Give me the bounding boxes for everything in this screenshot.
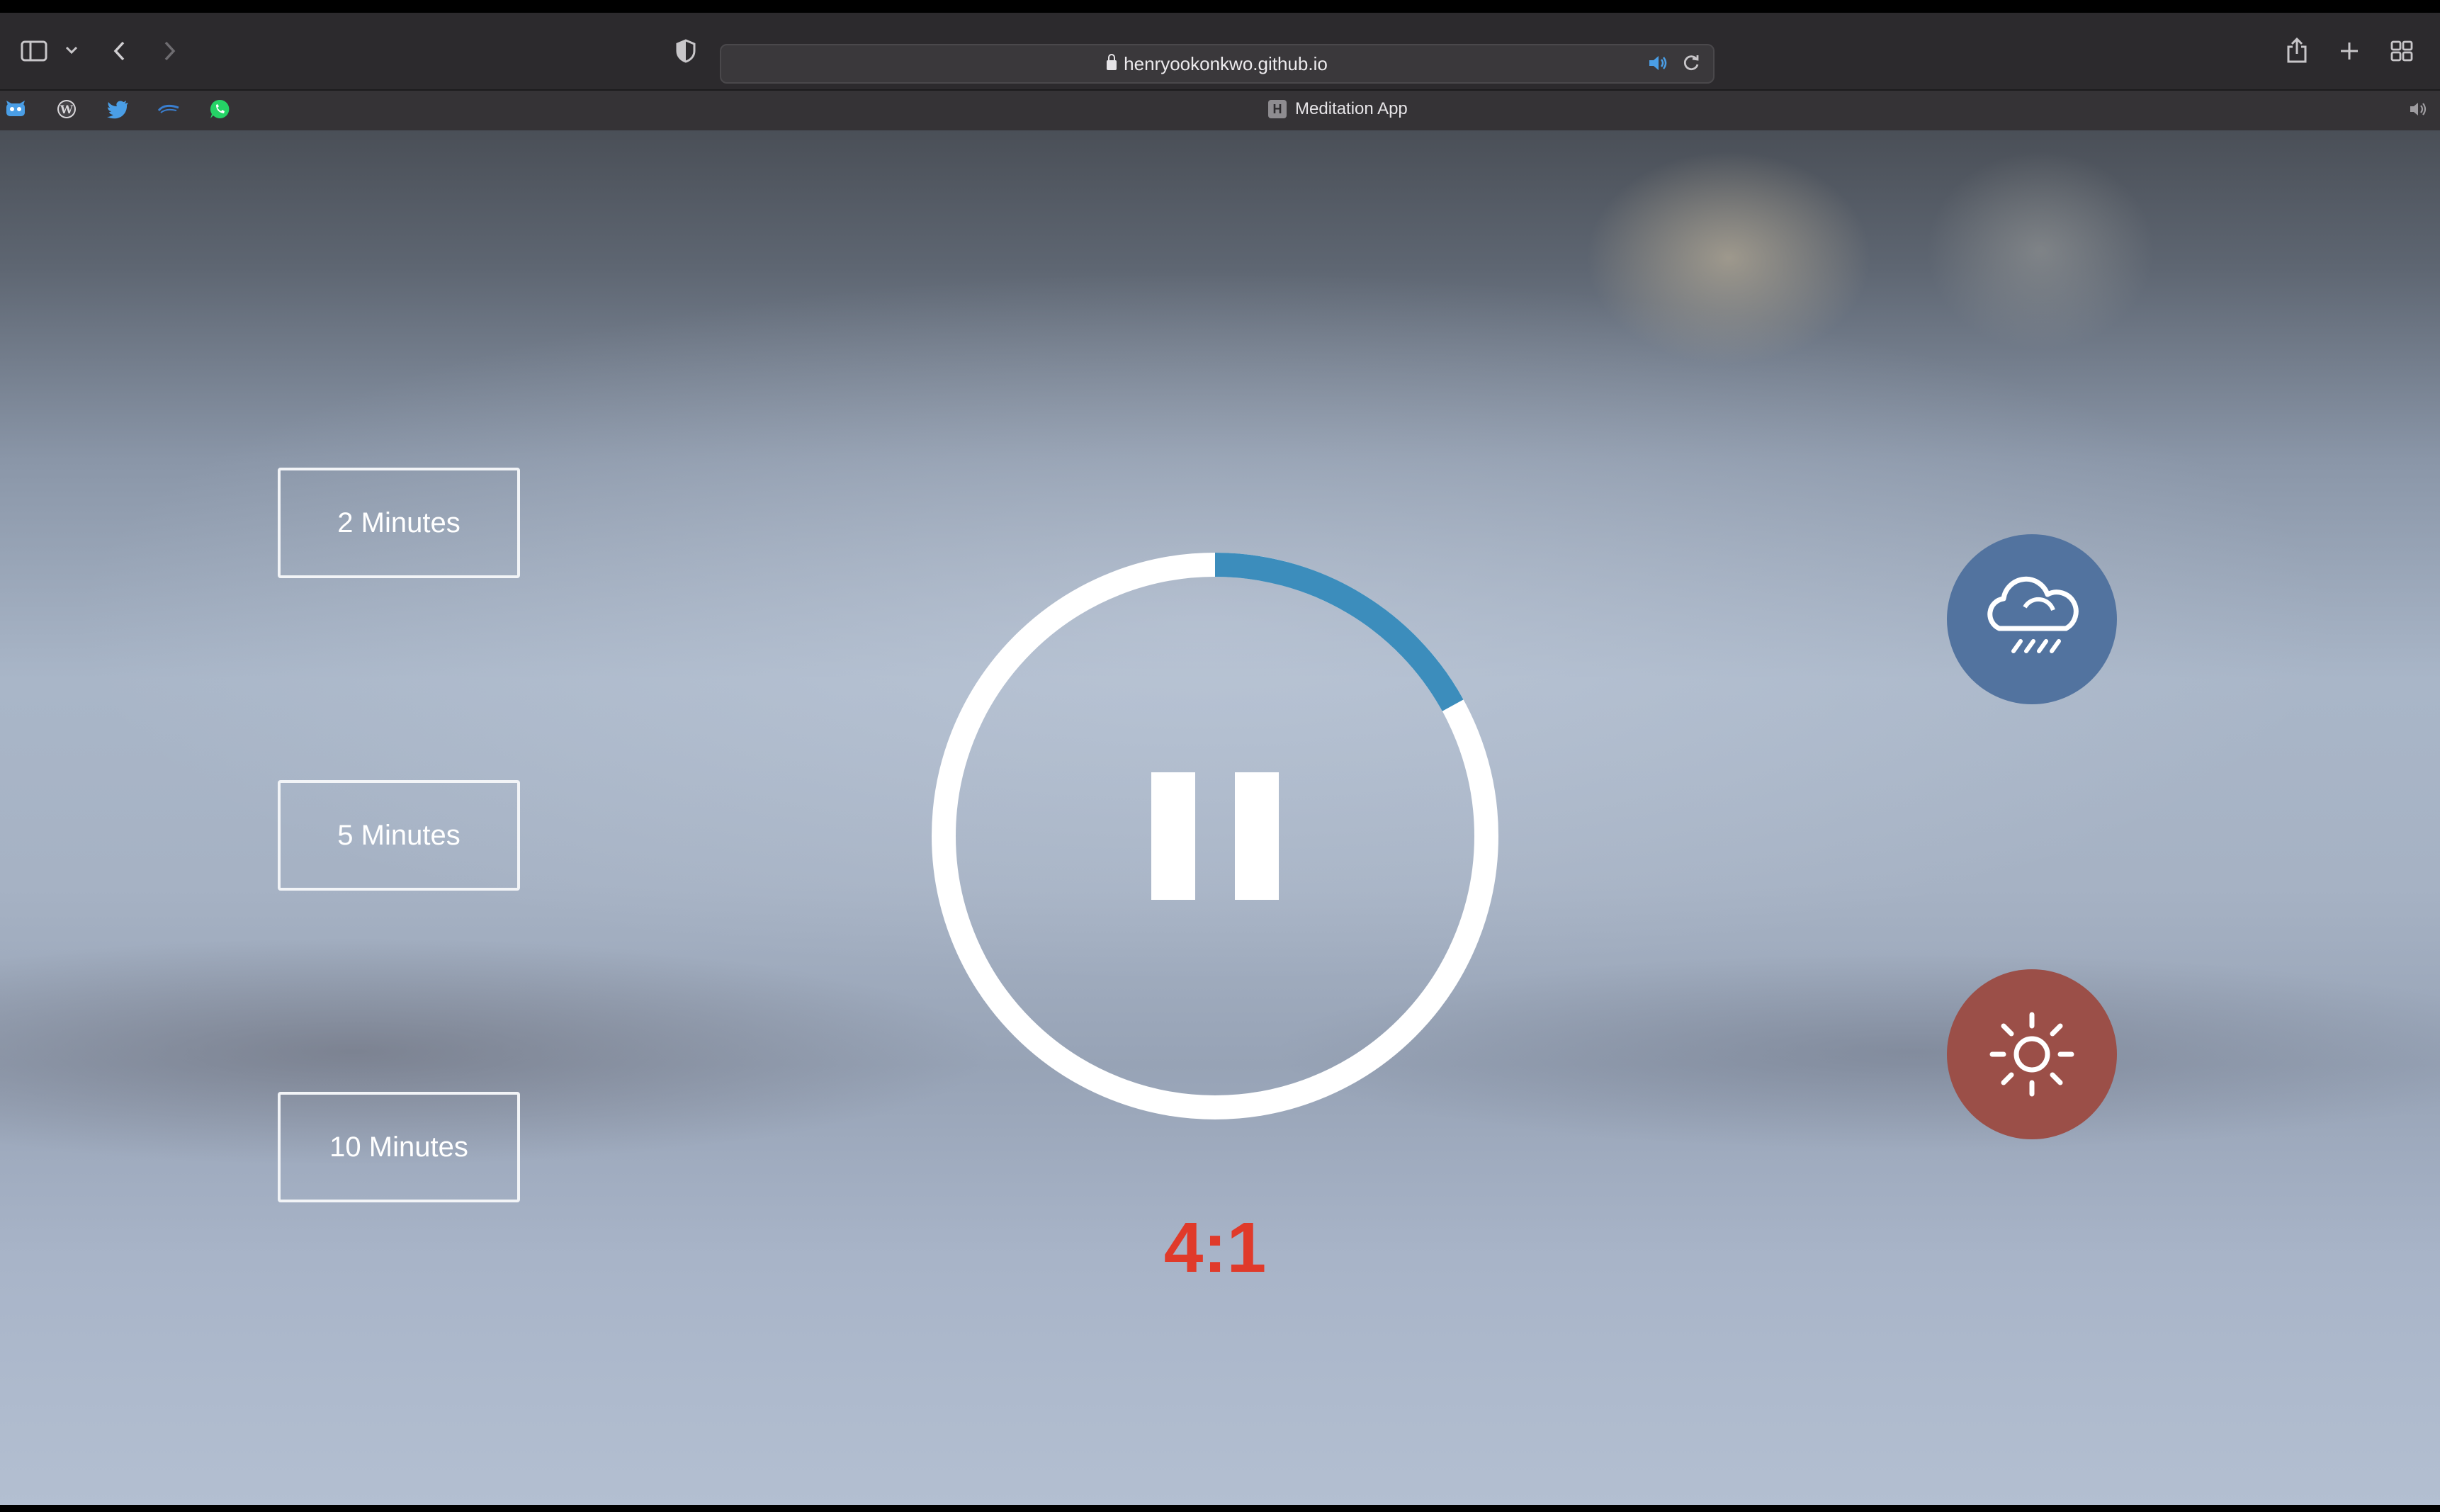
sidebar-toggle-icon[interactable] <box>18 37 50 65</box>
whatsapp-icon[interactable] <box>204 96 235 122</box>
tab-title: Meditation App <box>1295 99 1408 118</box>
sun-icon <box>1989 1012 2074 1097</box>
time-display: 4:1 <box>1163 1208 1267 1287</box>
tab-favicon: H <box>1268 100 1287 118</box>
audio-playing-icon[interactable] <box>1647 52 1671 74</box>
twitter-icon[interactable] <box>102 96 133 122</box>
svg-text:W: W <box>60 103 74 116</box>
address-bar[interactable]: henryookonkwo.github.io <box>720 44 1715 84</box>
chevron-down-icon[interactable] <box>62 40 81 61</box>
lock-icon <box>1107 54 1117 70</box>
wordpress-icon[interactable]: W <box>51 96 82 122</box>
new-tab-icon[interactable] <box>2335 37 2363 65</box>
summer-sound-button[interactable] <box>1947 969 2117 1139</box>
bitwarden-icon[interactable] <box>0 96 31 122</box>
back-icon[interactable] <box>106 37 132 65</box>
tab-overview-icon[interactable] <box>2388 37 2416 65</box>
privacy-shield-icon[interactable] <box>672 37 700 65</box>
player <box>932 553 1498 1119</box>
rain-sound-button[interactable] <box>1947 534 2117 704</box>
browser-toolbar: henryookonkwo.github.io <box>0 13 2440 89</box>
ten-minutes-button[interactable]: 10 Minutes <box>278 1092 520 1202</box>
forward-icon[interactable] <box>157 37 183 65</box>
link-icon[interactable] <box>153 96 184 122</box>
reload-icon[interactable] <box>1681 52 1702 74</box>
url-text: henryookonkwo.github.io <box>1124 52 1328 74</box>
browser-window: henryookonkwo.github.io W H Meditation A… <box>0 0 2440 1512</box>
pause-icon[interactable] <box>1151 772 1279 900</box>
active-tab[interactable]: H Meditation App <box>1268 89 1408 129</box>
rain-icon <box>1987 576 2079 653</box>
two-minutes-button[interactable]: 2 Minutes <box>278 468 520 578</box>
tab-audio-icon[interactable] <box>2406 98 2431 120</box>
five-minutes-button[interactable]: 5 Minutes <box>278 780 520 891</box>
tab-bar <box>0 89 2440 132</box>
meditation-app: 2 Minutes 5 Minutes 10 Minutes 4:1 <box>0 130 2440 1505</box>
share-icon[interactable] <box>2283 34 2311 67</box>
